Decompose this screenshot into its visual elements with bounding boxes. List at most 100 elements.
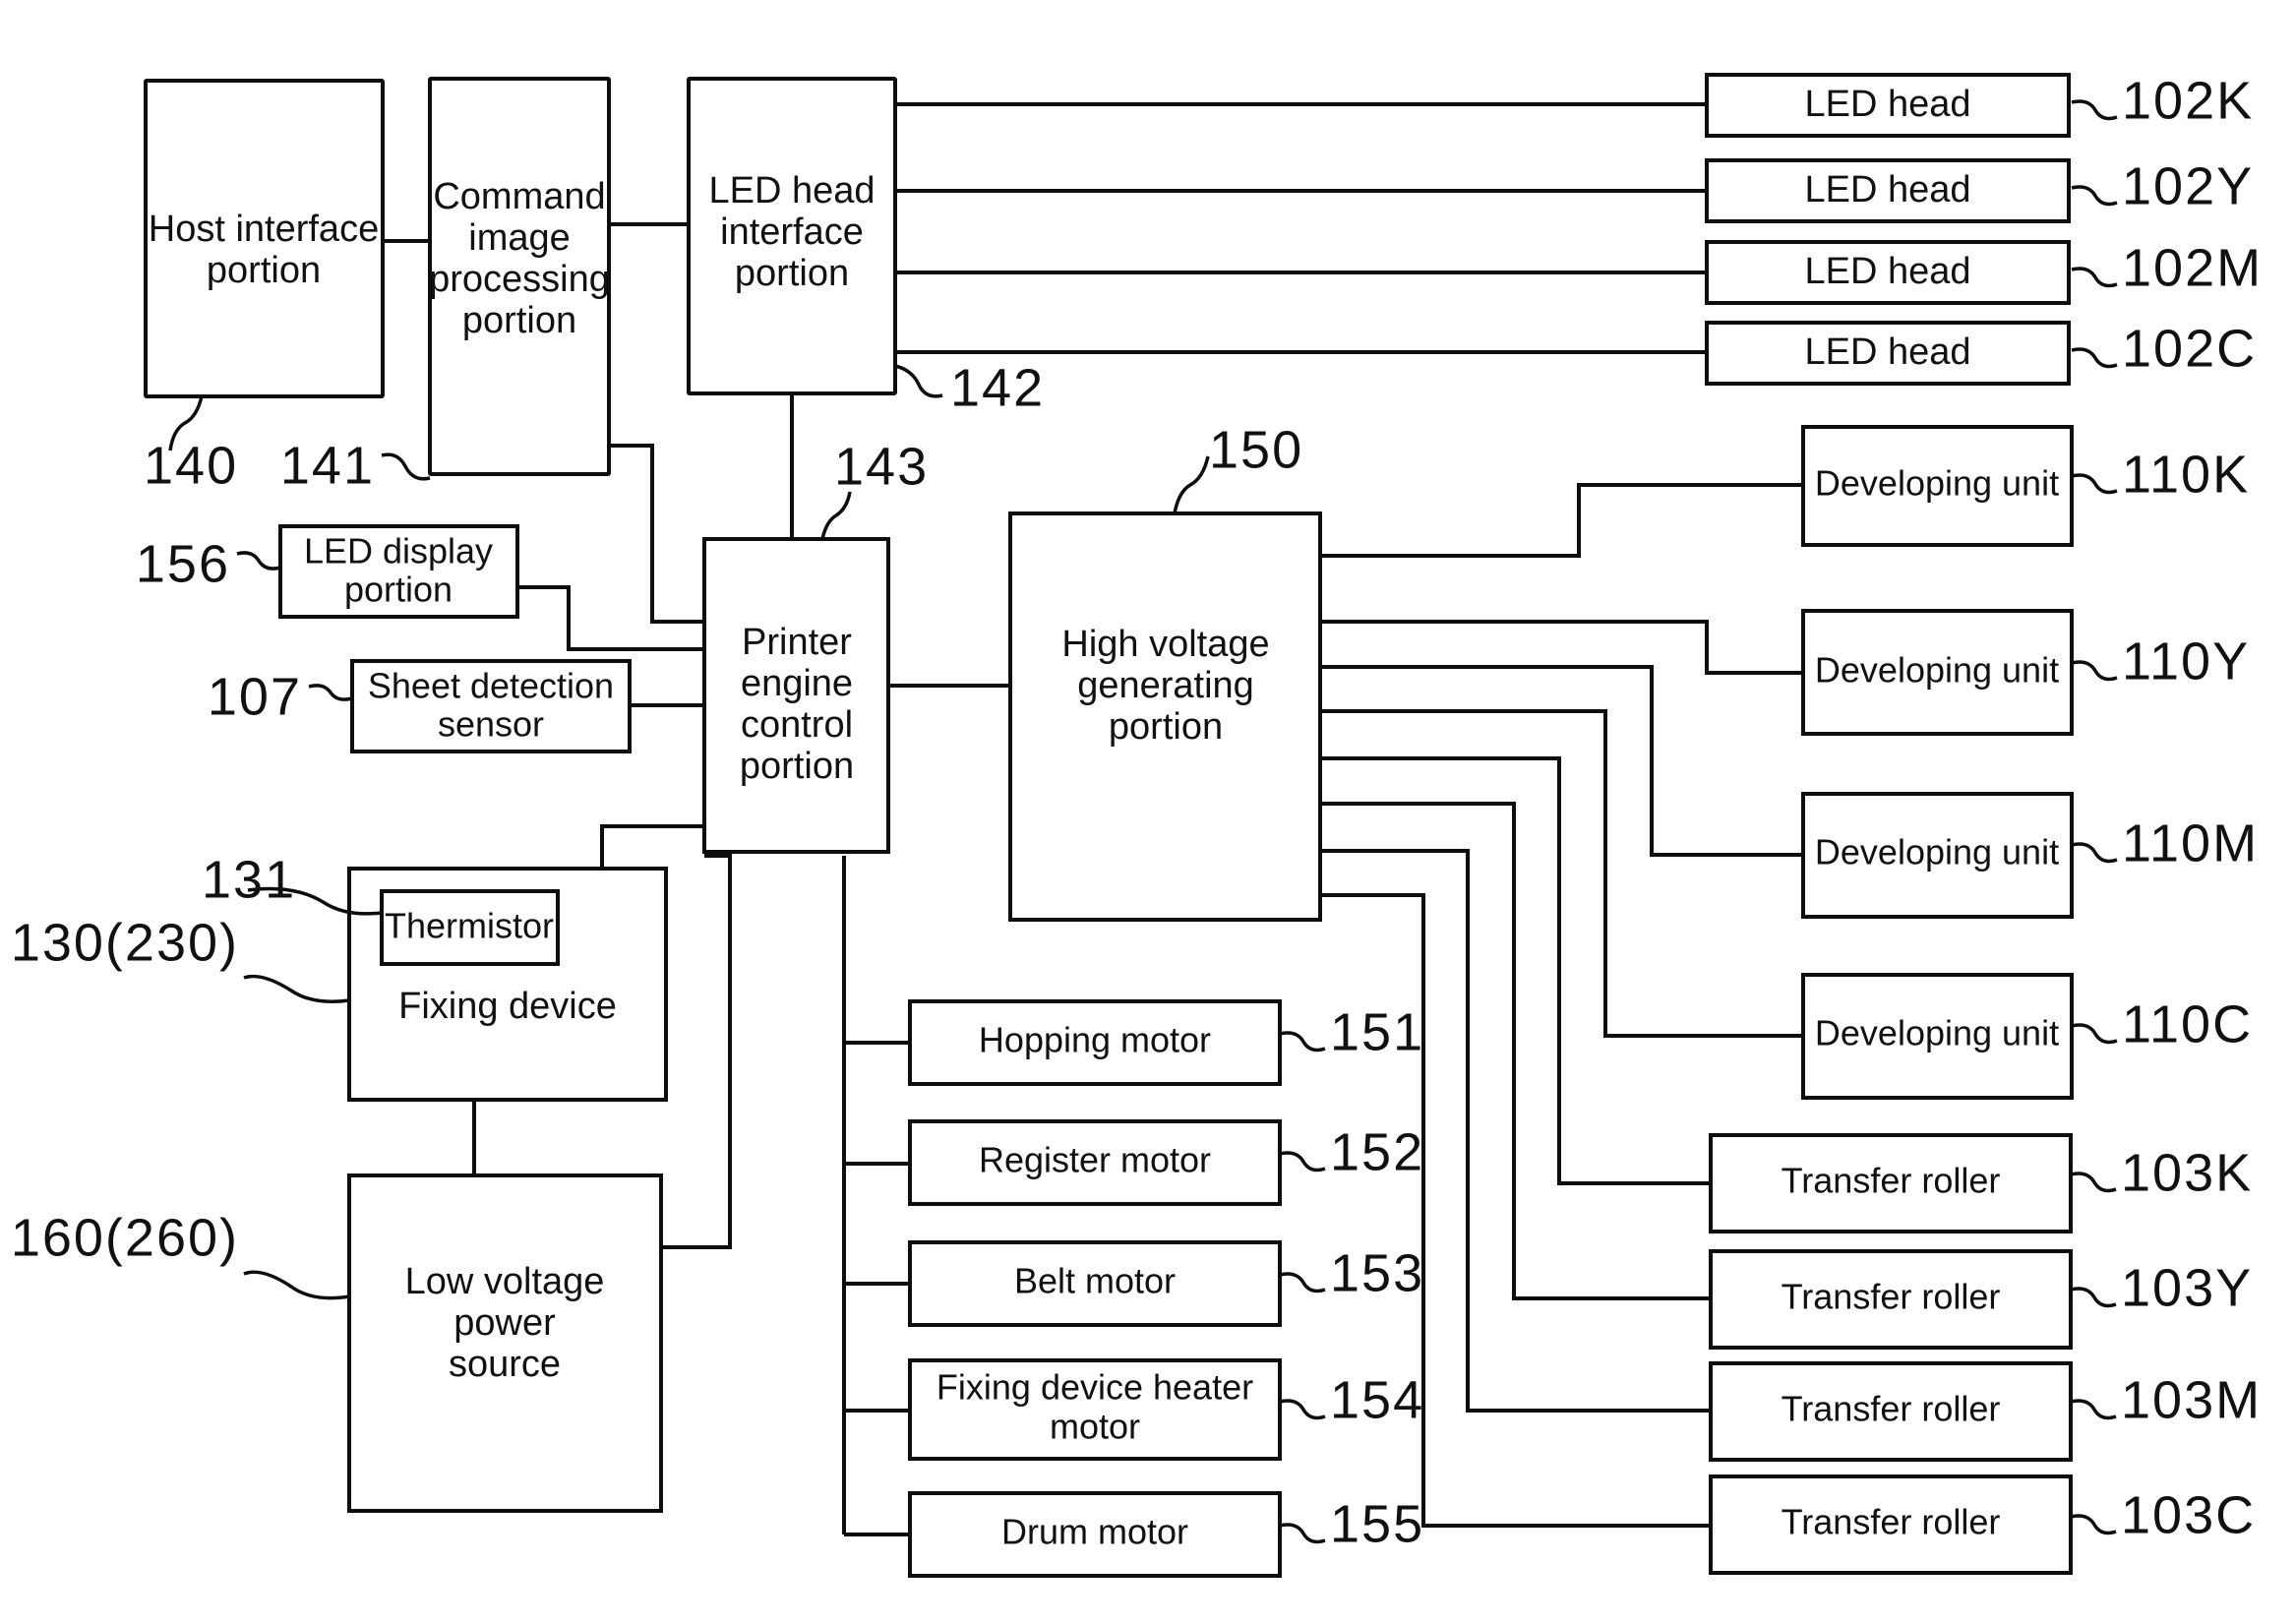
block-led-head-m-label: LED head: [1804, 251, 1970, 292]
block-led-head-y-label: LED head: [1804, 169, 1970, 211]
ref-102Y: 102Y: [2122, 156, 2254, 215]
block-engine-label-line4: portion: [740, 746, 854, 787]
leader-155: [1279, 1523, 1326, 1544]
block-fixing-heater-motor-label-line2: motor: [1050, 1407, 1140, 1447]
leader-107: [308, 684, 353, 701]
leader-110M: [2071, 842, 2118, 864]
leader-151: [1279, 1031, 1326, 1053]
ref-130-230: 130(230): [11, 913, 239, 972]
wire-leddisplay-to-engine: [517, 585, 704, 651]
ref-153: 153: [1330, 1243, 1424, 1302]
figure-canvas: Host interface portion Command image pro…: [0, 0, 2295, 1624]
ref-102M: 102M: [2122, 238, 2263, 297]
leader-103K: [2070, 1172, 2117, 1193]
block-ledif-label-line3: portion: [735, 253, 849, 294]
ref-110M: 110M: [2122, 813, 2259, 872]
leader-110Y: [2071, 660, 2118, 682]
ref-107: 107: [208, 667, 302, 726]
block-lv-label-line3: source: [449, 1344, 561, 1385]
block-diagram: Host interface portion Command image pro…: [11, 71, 2263, 1578]
wire-hv-to-developing-m: [1320, 665, 1803, 857]
leader-150: [1173, 455, 1210, 514]
ref-154: 154: [1330, 1370, 1424, 1429]
block-engine-label-line1: Printer: [742, 622, 852, 663]
block-sheet-sensor-label-line1: Sheet detection: [368, 666, 614, 706]
leader-152: [1279, 1151, 1326, 1173]
leader-103Y: [2070, 1287, 2117, 1308]
block-hv-label-line1: High voltage: [1061, 624, 1269, 665]
block-drum-motor-label: Drum motor: [1001, 1512, 1188, 1552]
block-developing-unit-y-label: Developing unit: [1815, 650, 2059, 691]
block-fixing-heater-motor-label-line1: Fixing device heater: [936, 1367, 1253, 1408]
ref-141: 141: [280, 436, 375, 495]
ref-152: 152: [1330, 1122, 1424, 1181]
block-command-label-line3: processing: [429, 259, 610, 300]
block-lv-label-line1: Low voltage: [405, 1261, 605, 1302]
ref-102C: 102C: [2122, 319, 2257, 378]
wire-hv-to-developing-k: [1320, 483, 1803, 558]
ref-140: 140: [144, 436, 238, 495]
block-transfer-roller-c-label: Transfer roller: [1782, 1502, 2001, 1542]
block-developing-unit-c-label: Developing unit: [1815, 1013, 2059, 1053]
ref-155: 155: [1330, 1494, 1424, 1553]
ref-131: 131: [202, 850, 296, 909]
leader-102Y: [2071, 185, 2118, 207]
leader-153: [1279, 1272, 1326, 1293]
block-hv-label-line3: portion: [1109, 706, 1223, 748]
ref-102K: 102K: [2122, 71, 2254, 130]
block-led-display-label-line1: LED display: [304, 531, 493, 571]
block-developing-unit-m-label: Developing unit: [1815, 832, 2059, 872]
leader-160-260: [243, 1270, 350, 1300]
block-register-motor-label: Register motor: [979, 1140, 1211, 1180]
block-transfer-roller-k-label: Transfer roller: [1782, 1161, 2001, 1201]
ref-150: 150: [1209, 420, 1303, 479]
leader-130-230: [243, 974, 350, 1003]
block-fixing-device-label: Fixing device: [398, 986, 617, 1027]
block-ledif-label-line1: LED head: [708, 170, 875, 211]
ref-110Y: 110Y: [2122, 632, 2250, 691]
ref-110K: 110K: [2122, 445, 2250, 504]
block-command-label-line1: Command: [433, 176, 605, 217]
block-belt-motor-label: Belt motor: [1014, 1261, 1176, 1301]
block-led-head-c-label: LED head: [1804, 331, 1970, 373]
ref-110C: 110C: [2122, 994, 2253, 1053]
leader-142: [894, 364, 943, 398]
block-engine-label-line2: engine: [741, 663, 853, 704]
leader-154: [1279, 1399, 1326, 1420]
wire-command-to-engine: [609, 444, 704, 624]
leader-110C: [2071, 1023, 2118, 1045]
ref-160-260: 160(260): [11, 1208, 239, 1267]
block-transfer-roller-y-label: Transfer roller: [1782, 1277, 2001, 1317]
block-hopping-motor-label: Hopping motor: [979, 1020, 1211, 1060]
leader-102C: [2071, 347, 2118, 369]
block-hv-label-line2: generating: [1077, 665, 1254, 706]
block-command-label-line2: image: [468, 217, 571, 259]
ref-103Y: 103Y: [2121, 1258, 2253, 1317]
ref-151: 151: [1330, 1002, 1424, 1061]
wire-lowvoltage-to-engine: [661, 854, 732, 1249]
ref-143: 143: [834, 437, 929, 496]
leader-141: [381, 452, 431, 481]
ref-103K: 103K: [2121, 1143, 2253, 1202]
block-developing-unit-k-label: Developing unit: [1815, 463, 2059, 504]
leader-103M: [2070, 1399, 2117, 1420]
block-led-display-label-line2: portion: [344, 570, 453, 610]
ref-103C: 103C: [2121, 1485, 2256, 1544]
block-led-head-k-label: LED head: [1804, 84, 1970, 125]
block-engine-label-line3: control: [741, 704, 853, 746]
block-transfer-roller-m-label: Transfer roller: [1782, 1389, 2001, 1429]
block-host-interface-portion-label-line1: Host interface: [149, 209, 379, 250]
ref-156: 156: [136, 534, 230, 593]
leader-143: [820, 491, 852, 540]
ref-142: 142: [950, 358, 1045, 417]
block-lv-label-line2: power: [453, 1302, 556, 1344]
block-command-label-line4: portion: [462, 300, 576, 341]
block-host-interface-portion-label-line2: portion: [207, 250, 321, 291]
leader-156: [236, 551, 281, 571]
block-ledif-label-line2: interface: [720, 211, 864, 253]
leader-102M: [2071, 267, 2118, 288]
block-sheet-sensor-label-line2: sensor: [438, 704, 544, 745]
leader-110K: [2071, 473, 2118, 495]
leader-103C: [2070, 1514, 2117, 1535]
ref-103M: 103M: [2121, 1370, 2262, 1429]
